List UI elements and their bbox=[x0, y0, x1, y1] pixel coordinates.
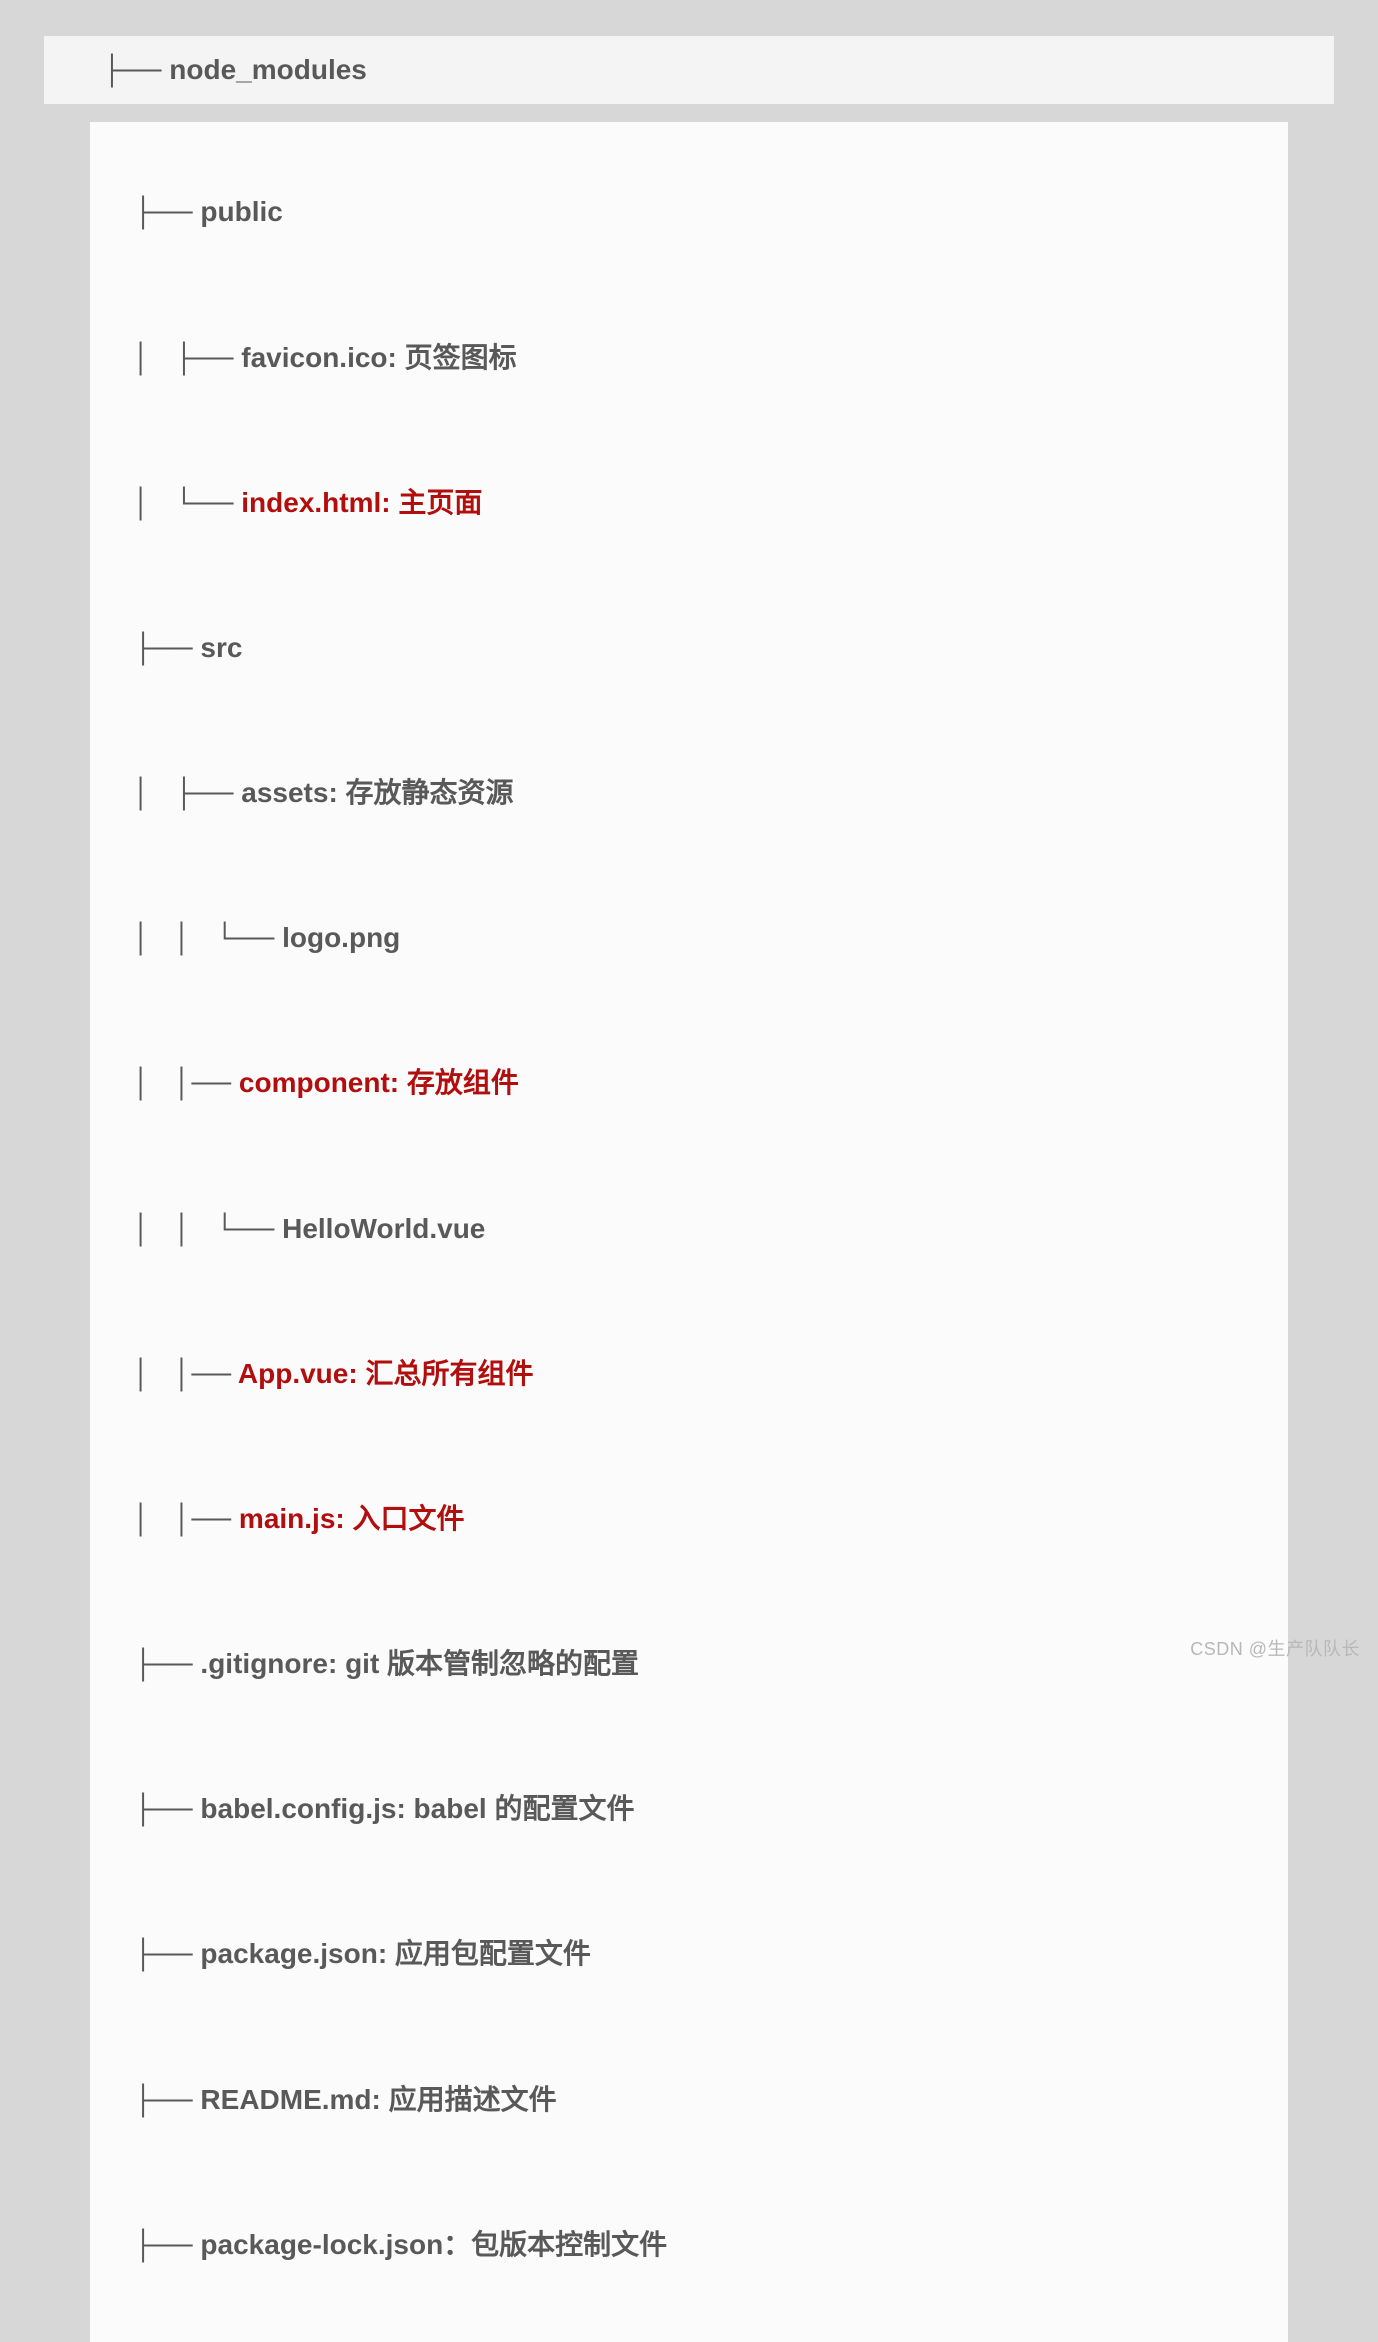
tree-row: ├── README.md: 应用描述文件 bbox=[90, 2045, 1288, 2154]
tree-prefix: │ │── bbox=[133, 1067, 239, 1098]
tree-row: │ └── index.html: 主页面 bbox=[90, 448, 1288, 557]
tree-prefix: ├── bbox=[102, 54, 169, 85]
tree-label: src bbox=[200, 632, 242, 663]
tree-row: │ ├── assets: 存放静态资源 bbox=[90, 739, 1288, 848]
tree-container: ├── public │ ├── favicon.ico: 页签图标 │ └──… bbox=[90, 122, 1288, 2342]
tree-row: ├── package.json: 应用包配置文件 bbox=[90, 1900, 1288, 2009]
tree-label: favicon.ico: 页签图标 bbox=[241, 342, 516, 373]
tree-prefix: │ │ └── bbox=[133, 1213, 282, 1244]
tree-header: ├── node_modules bbox=[44, 36, 1334, 104]
tree-label: package.json: 应用包配置文件 bbox=[200, 1938, 591, 1969]
tree-row: ├── public bbox=[90, 158, 1288, 267]
tree-row: │ │── main.js: 入口文件 bbox=[90, 1465, 1288, 1574]
tree-row: │ │── component: 存放组件 bbox=[90, 1029, 1288, 1138]
tree-label: App.vue: 汇总所有组件 bbox=[238, 1358, 534, 1389]
tree-label: babel.config.js: babel 的配置文件 bbox=[200, 1793, 634, 1824]
tree-prefix: │ │ └── bbox=[133, 922, 282, 953]
tree-prefix: │ │── bbox=[133, 1358, 238, 1389]
tree-label: public bbox=[200, 196, 282, 227]
tree-prefix: ├── bbox=[133, 1938, 200, 1969]
tree-row: │ │ └── HelloWorld.vue bbox=[90, 1174, 1288, 1283]
tree-row: │ │── App.vue: 汇总所有组件 bbox=[90, 1319, 1288, 1428]
tree-row: ├── src bbox=[90, 594, 1288, 703]
tree-prefix: ├── bbox=[133, 632, 200, 663]
tree-prefix: │ ├── bbox=[133, 777, 241, 808]
tree-prefix: │ └── bbox=[133, 487, 241, 518]
watermark: CSDN @生产队队长 bbox=[1190, 1635, 1360, 1661]
tree-row: ├── .gitignore: git 版本管制忽略的配置 bbox=[90, 1610, 1288, 1719]
tree-prefix: │ │── bbox=[133, 1503, 239, 1534]
tree-row: │ │ └── logo.png bbox=[90, 884, 1288, 993]
tree-label: logo.png bbox=[282, 922, 400, 953]
tree-row: ├── package-lock.json：包版本控制文件 bbox=[90, 2190, 1288, 2299]
tree-label: component: 存放组件 bbox=[239, 1067, 519, 1098]
tree-prefix: ├── bbox=[133, 196, 200, 227]
tree-row: ├── babel.config.js: babel 的配置文件 bbox=[90, 1755, 1288, 1864]
tree-label: package-lock.json：包版本控制文件 bbox=[200, 2229, 667, 2260]
tree-label: .gitignore: git 版本管制忽略的配置 bbox=[200, 1648, 639, 1679]
tree-label: main.js: 入口文件 bbox=[239, 1503, 465, 1534]
tree-label: index.html: 主页面 bbox=[241, 487, 482, 518]
tree-prefix: ├── bbox=[133, 2229, 200, 2260]
tree-label: HelloWorld.vue bbox=[282, 1213, 485, 1244]
tree-prefix: ├── bbox=[133, 2084, 200, 2115]
tree-row: │ ├── favicon.ico: 页签图标 bbox=[90, 303, 1288, 412]
tree-prefix: ├── bbox=[133, 1793, 200, 1824]
tree-prefix: ├── bbox=[133, 1648, 200, 1679]
tree-label: node_modules bbox=[169, 54, 367, 85]
tree-label: assets: 存放静态资源 bbox=[241, 777, 513, 808]
tree-prefix: │ ├── bbox=[133, 342, 241, 373]
tree-label: README.md: 应用描述文件 bbox=[200, 2084, 556, 2115]
